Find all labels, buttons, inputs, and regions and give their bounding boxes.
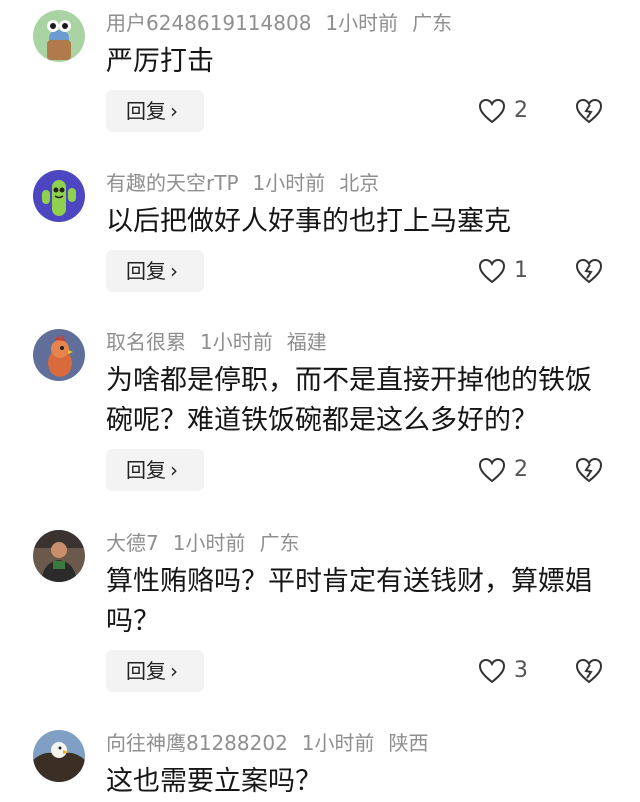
avatar[interactable] (33, 530, 85, 582)
timestamp: 1小时前 (252, 171, 326, 195)
green-monster-avatar-icon (33, 10, 85, 62)
location: 陕西 (388, 731, 429, 755)
rooster-avatar-icon (33, 329, 85, 381)
avatar[interactable] (33, 730, 85, 782)
username[interactable]: 向往神鹰81288202 (106, 731, 288, 755)
broken-heart-icon (575, 658, 603, 684)
reply-button[interactable]: 回复 › (106, 250, 204, 292)
man-photo-avatar-icon (33, 530, 85, 582)
heart-icon (478, 457, 506, 483)
comment-meta: 用户6248619114808 1小时前 广东 (106, 8, 466, 38)
reply-label: 回复 (126, 99, 166, 123)
chevron-right-icon: › (170, 458, 178, 482)
dislike-button[interactable] (575, 250, 605, 292)
heart-icon (478, 98, 506, 124)
like-button[interactable]: 3 (478, 650, 528, 692)
reply-button[interactable]: 回复 › (106, 90, 204, 132)
cactus-avatar-icon (33, 170, 85, 222)
location: 北京 (339, 171, 380, 195)
comment-text: 算性贿赂吗？平时肯定有送钱财，算嫖娼吗？ (106, 566, 592, 637)
location: 广东 (259, 531, 300, 555)
heart-icon (478, 658, 506, 684)
like-button[interactable]: 1 (478, 250, 528, 292)
chevron-right-icon: › (170, 259, 178, 283)
broken-heart-icon (575, 457, 603, 483)
location: 广东 (412, 11, 453, 35)
like-count: 2 (514, 98, 528, 123)
comment-meta: 有趣的天空rTP 1小时前 北京 (106, 168, 393, 198)
like-count: 3 (514, 658, 528, 683)
broken-heart-icon (575, 258, 603, 284)
dislike-button[interactable] (575, 449, 605, 491)
chevron-right-icon: › (170, 99, 178, 123)
eagle-avatar-icon (33, 730, 85, 782)
reply-label: 回复 (126, 458, 166, 482)
location: 福建 (286, 330, 327, 354)
broken-heart-icon (575, 98, 603, 124)
heart-icon (478, 258, 506, 284)
reply-label: 回复 (126, 659, 166, 683)
comment-text: 严厉打击 (106, 46, 214, 77)
timestamp: 1小时前 (301, 731, 375, 755)
reply-label: 回复 (126, 259, 166, 283)
timestamp: 1小时前 (325, 11, 399, 35)
avatar[interactable] (33, 170, 85, 222)
username[interactable]: 取名很累 (106, 330, 186, 354)
username[interactable]: 有趣的天空rTP (106, 171, 239, 195)
dislike-button[interactable] (575, 650, 605, 692)
comment-meta: 取名很累 1小时前 福建 (106, 327, 341, 357)
chevron-right-icon: › (170, 659, 178, 683)
comment-text: 这也需要立案吗？ (106, 766, 322, 797)
like-count: 1 (514, 258, 528, 283)
reply-button[interactable]: 回复 › (106, 449, 204, 491)
avatar[interactable] (33, 10, 85, 62)
comment-meta: 大德7 1小时前 广东 (106, 528, 313, 558)
like-button[interactable]: 2 (478, 449, 528, 491)
like-count: 2 (514, 457, 528, 482)
timestamp: 1小时前 (200, 330, 273, 354)
dislike-button[interactable] (575, 90, 605, 132)
reply-button[interactable]: 回复 › (106, 650, 204, 692)
comment-text: 为啥都是停职，而不是直接开掉他的铁饭碗呢？难道铁饭碗都是这么多好的？ (106, 365, 592, 436)
comment-text: 以后把做好人好事的也打上马塞克 (106, 206, 511, 237)
username[interactable]: 大德7 (106, 531, 159, 555)
avatar[interactable] (33, 329, 85, 381)
like-button[interactable]: 2 (478, 90, 528, 132)
comment-meta: 向往神鹰81288202 1小时前 陕西 (106, 728, 443, 758)
timestamp: 1小时前 (172, 531, 246, 555)
username[interactable]: 用户6248619114808 (106, 11, 311, 35)
